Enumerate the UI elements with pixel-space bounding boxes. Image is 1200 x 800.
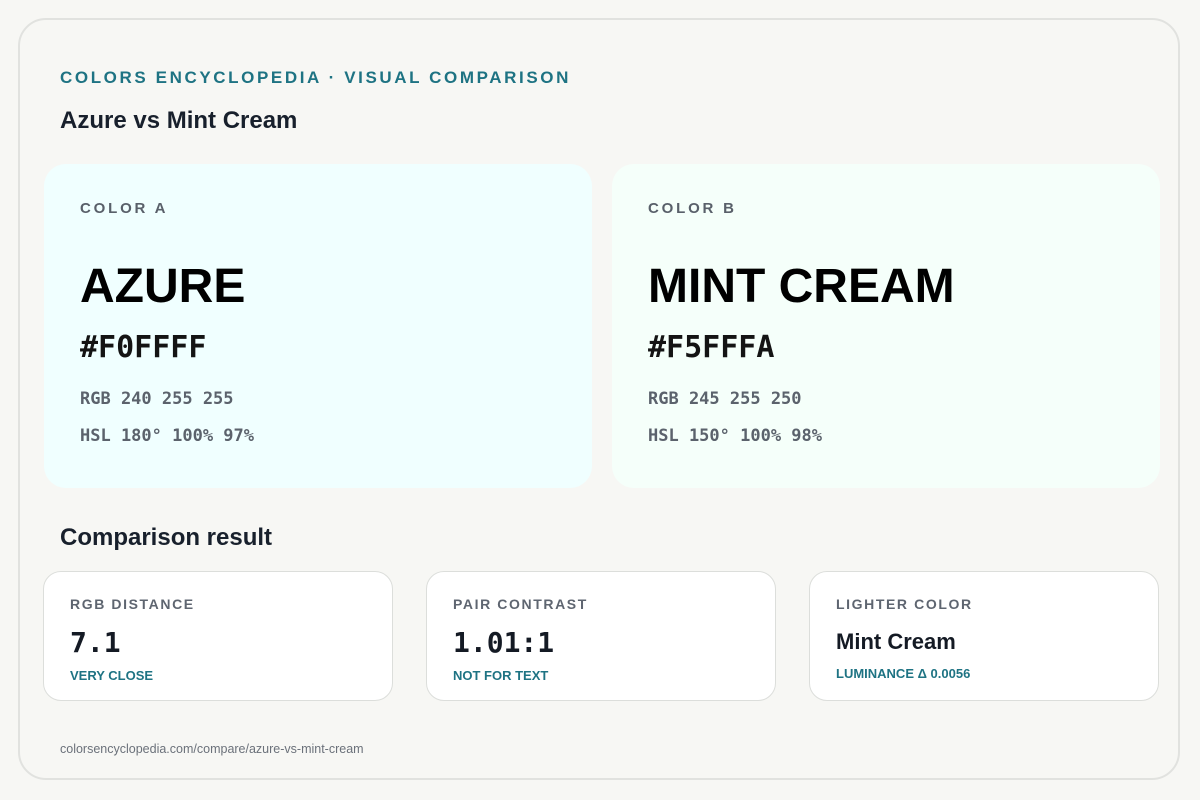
color-b-hsl: HSL 150° 100% 98% — [648, 426, 822, 446]
color-b-label: COLOR B — [648, 200, 737, 217]
site-eyebrow: COLORS ENCYCLOPEDIA · VISUAL COMPARISON — [60, 68, 572, 87]
stat-card-rgb-distance: RGB DISTANCE 7.1 VERY CLOSE — [43, 571, 393, 701]
color-a-rgb: RGB 240 255 255 — [80, 389, 234, 409]
color-a-name: AZURE — [80, 260, 246, 313]
stat-label: RGB DISTANCE — [70, 596, 195, 612]
stat-value: 7.1 — [70, 626, 121, 659]
stat-card-pair-contrast: PAIR CONTRAST 1.01:1 NOT FOR TEXT — [426, 571, 776, 701]
color-b-hex: #F5FFFA — [648, 330, 775, 365]
stat-note: NOT FOR TEXT — [453, 668, 549, 683]
color-a-hsl: HSL 180° 100% 97% — [80, 426, 254, 446]
stat-card-lighter-color: LIGHTER COLOR Mint Cream LUMINANCE Δ 0.0… — [809, 571, 1159, 701]
color-b-swatch: COLOR B MINT CREAM #F5FFFA RGB 245 255 2… — [612, 164, 1160, 488]
color-a-swatch: COLOR A AZURE #F0FFFF RGB 240 255 255 HS… — [44, 164, 592, 488]
stat-value: Mint Cream — [836, 629, 956, 654]
comparison-section-title: Comparison result — [60, 524, 273, 551]
stat-label: LIGHTER COLOR — [836, 596, 973, 612]
page-title: Azure vs Mint Cream — [60, 107, 298, 134]
stat-note: VERY CLOSE — [70, 668, 154, 683]
comparison-card: COLORS ENCYCLOPEDIA · VISUAL COMPARISON … — [18, 18, 1180, 780]
stat-label: PAIR CONTRAST — [453, 596, 588, 612]
stat-value: 1.01:1 — [453, 626, 555, 659]
color-b-name: MINT CREAM — [648, 260, 955, 313]
color-a-hex: #F0FFFF — [80, 330, 207, 365]
source-url[interactable]: colorsencyclopedia.com/compare/azure-vs-… — [60, 742, 364, 756]
stat-note: LUMINANCE Δ 0.0056 — [836, 666, 971, 681]
color-b-rgb: RGB 245 255 250 — [648, 389, 802, 409]
color-a-label: COLOR A — [80, 200, 169, 217]
